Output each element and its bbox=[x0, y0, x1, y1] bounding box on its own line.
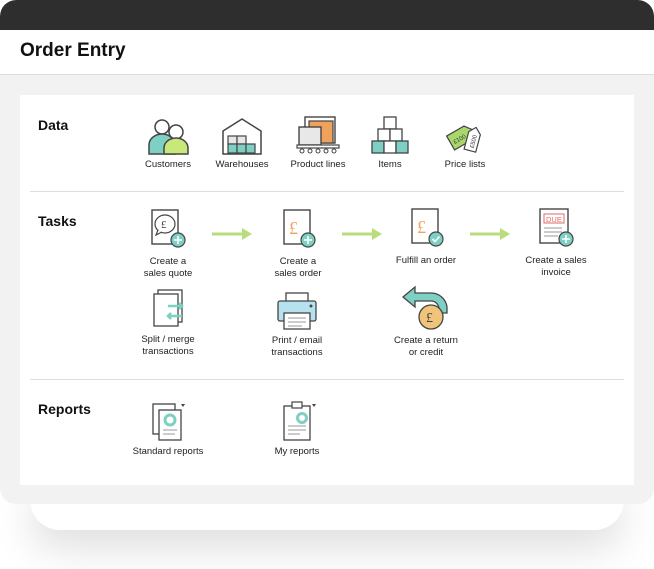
tile-label: Create a sales quote bbox=[143, 256, 193, 279]
tile-label: My reports bbox=[274, 446, 320, 457]
tile-label: Create a sales order bbox=[274, 256, 322, 279]
page-header: Order Entry bbox=[0, 30, 654, 75]
warehouse-icon bbox=[222, 118, 262, 155]
tile-label: Standard reports bbox=[132, 446, 204, 457]
sales-order-icon: £ bbox=[283, 209, 316, 248]
tile-label: Create a sales invoice bbox=[525, 255, 587, 278]
tile-label: Create a return or credit bbox=[394, 335, 458, 358]
due-stamp: DUE bbox=[546, 215, 562, 224]
tile-return-credit[interactable]: £ Create a return or credit bbox=[376, 283, 476, 359]
svg-text:£: £ bbox=[289, 218, 298, 238]
section-title-reports: Reports bbox=[38, 401, 91, 417]
section-title-tasks: Tasks bbox=[38, 213, 77, 229]
tile-price-lists[interactable]: £100 £500 Price lists bbox=[415, 119, 515, 171]
title-bar bbox=[0, 0, 654, 30]
tile-create-sales-quote[interactable]: £ Create a sales quote bbox=[118, 208, 218, 280]
standard-reports-icon bbox=[152, 403, 185, 441]
customers-icon bbox=[148, 119, 189, 155]
tile-label: Price lists bbox=[444, 159, 486, 170]
svg-text:£: £ bbox=[426, 311, 433, 326]
printer-icon bbox=[277, 292, 317, 330]
tile-label: Print / email transactions bbox=[271, 335, 323, 358]
sales-quote-icon: £ bbox=[151, 209, 186, 248]
fulfill-order-icon: £ bbox=[411, 208, 444, 247]
my-reports-icon bbox=[283, 401, 316, 441]
section-divider bbox=[30, 379, 624, 380]
product-lines-icon bbox=[296, 116, 340, 154]
order-entry-panel: Data Customers Warehouses Product lines … bbox=[20, 95, 634, 485]
tile-create-sales-order[interactable]: £ Create a sales order bbox=[248, 208, 348, 280]
tile-standard-reports[interactable]: Standard reports bbox=[118, 400, 218, 458]
return-credit-icon: £ bbox=[401, 285, 448, 330]
tile-print-email[interactable]: Print / email transactions bbox=[247, 289, 347, 359]
price-tags-icon: £100 £500 bbox=[445, 125, 481, 153]
tile-split-merge[interactable]: Split / merge transactions bbox=[118, 288, 218, 358]
svg-text:£: £ bbox=[161, 219, 167, 231]
tile-label: Fulfill an order bbox=[395, 255, 457, 266]
tile-create-sales-invoice[interactable]: DUE Create a sales invoice bbox=[506, 207, 606, 279]
tile-fulfill-order[interactable]: £ Fulfill an order bbox=[376, 207, 476, 267]
app-window: Order Entry Data Customers Warehouses Pr… bbox=[0, 0, 654, 504]
section-divider bbox=[30, 191, 624, 192]
section-title-data: Data bbox=[38, 117, 69, 133]
split-merge-icon bbox=[153, 289, 184, 327]
sales-invoice-icon: DUE bbox=[539, 208, 574, 247]
svg-text:£: £ bbox=[417, 217, 426, 237]
items-icon bbox=[371, 116, 409, 154]
tile-my-reports[interactable]: My reports bbox=[247, 400, 347, 458]
tile-label: Split / merge transactions bbox=[141, 334, 195, 357]
page-title: Order Entry bbox=[20, 40, 126, 61]
